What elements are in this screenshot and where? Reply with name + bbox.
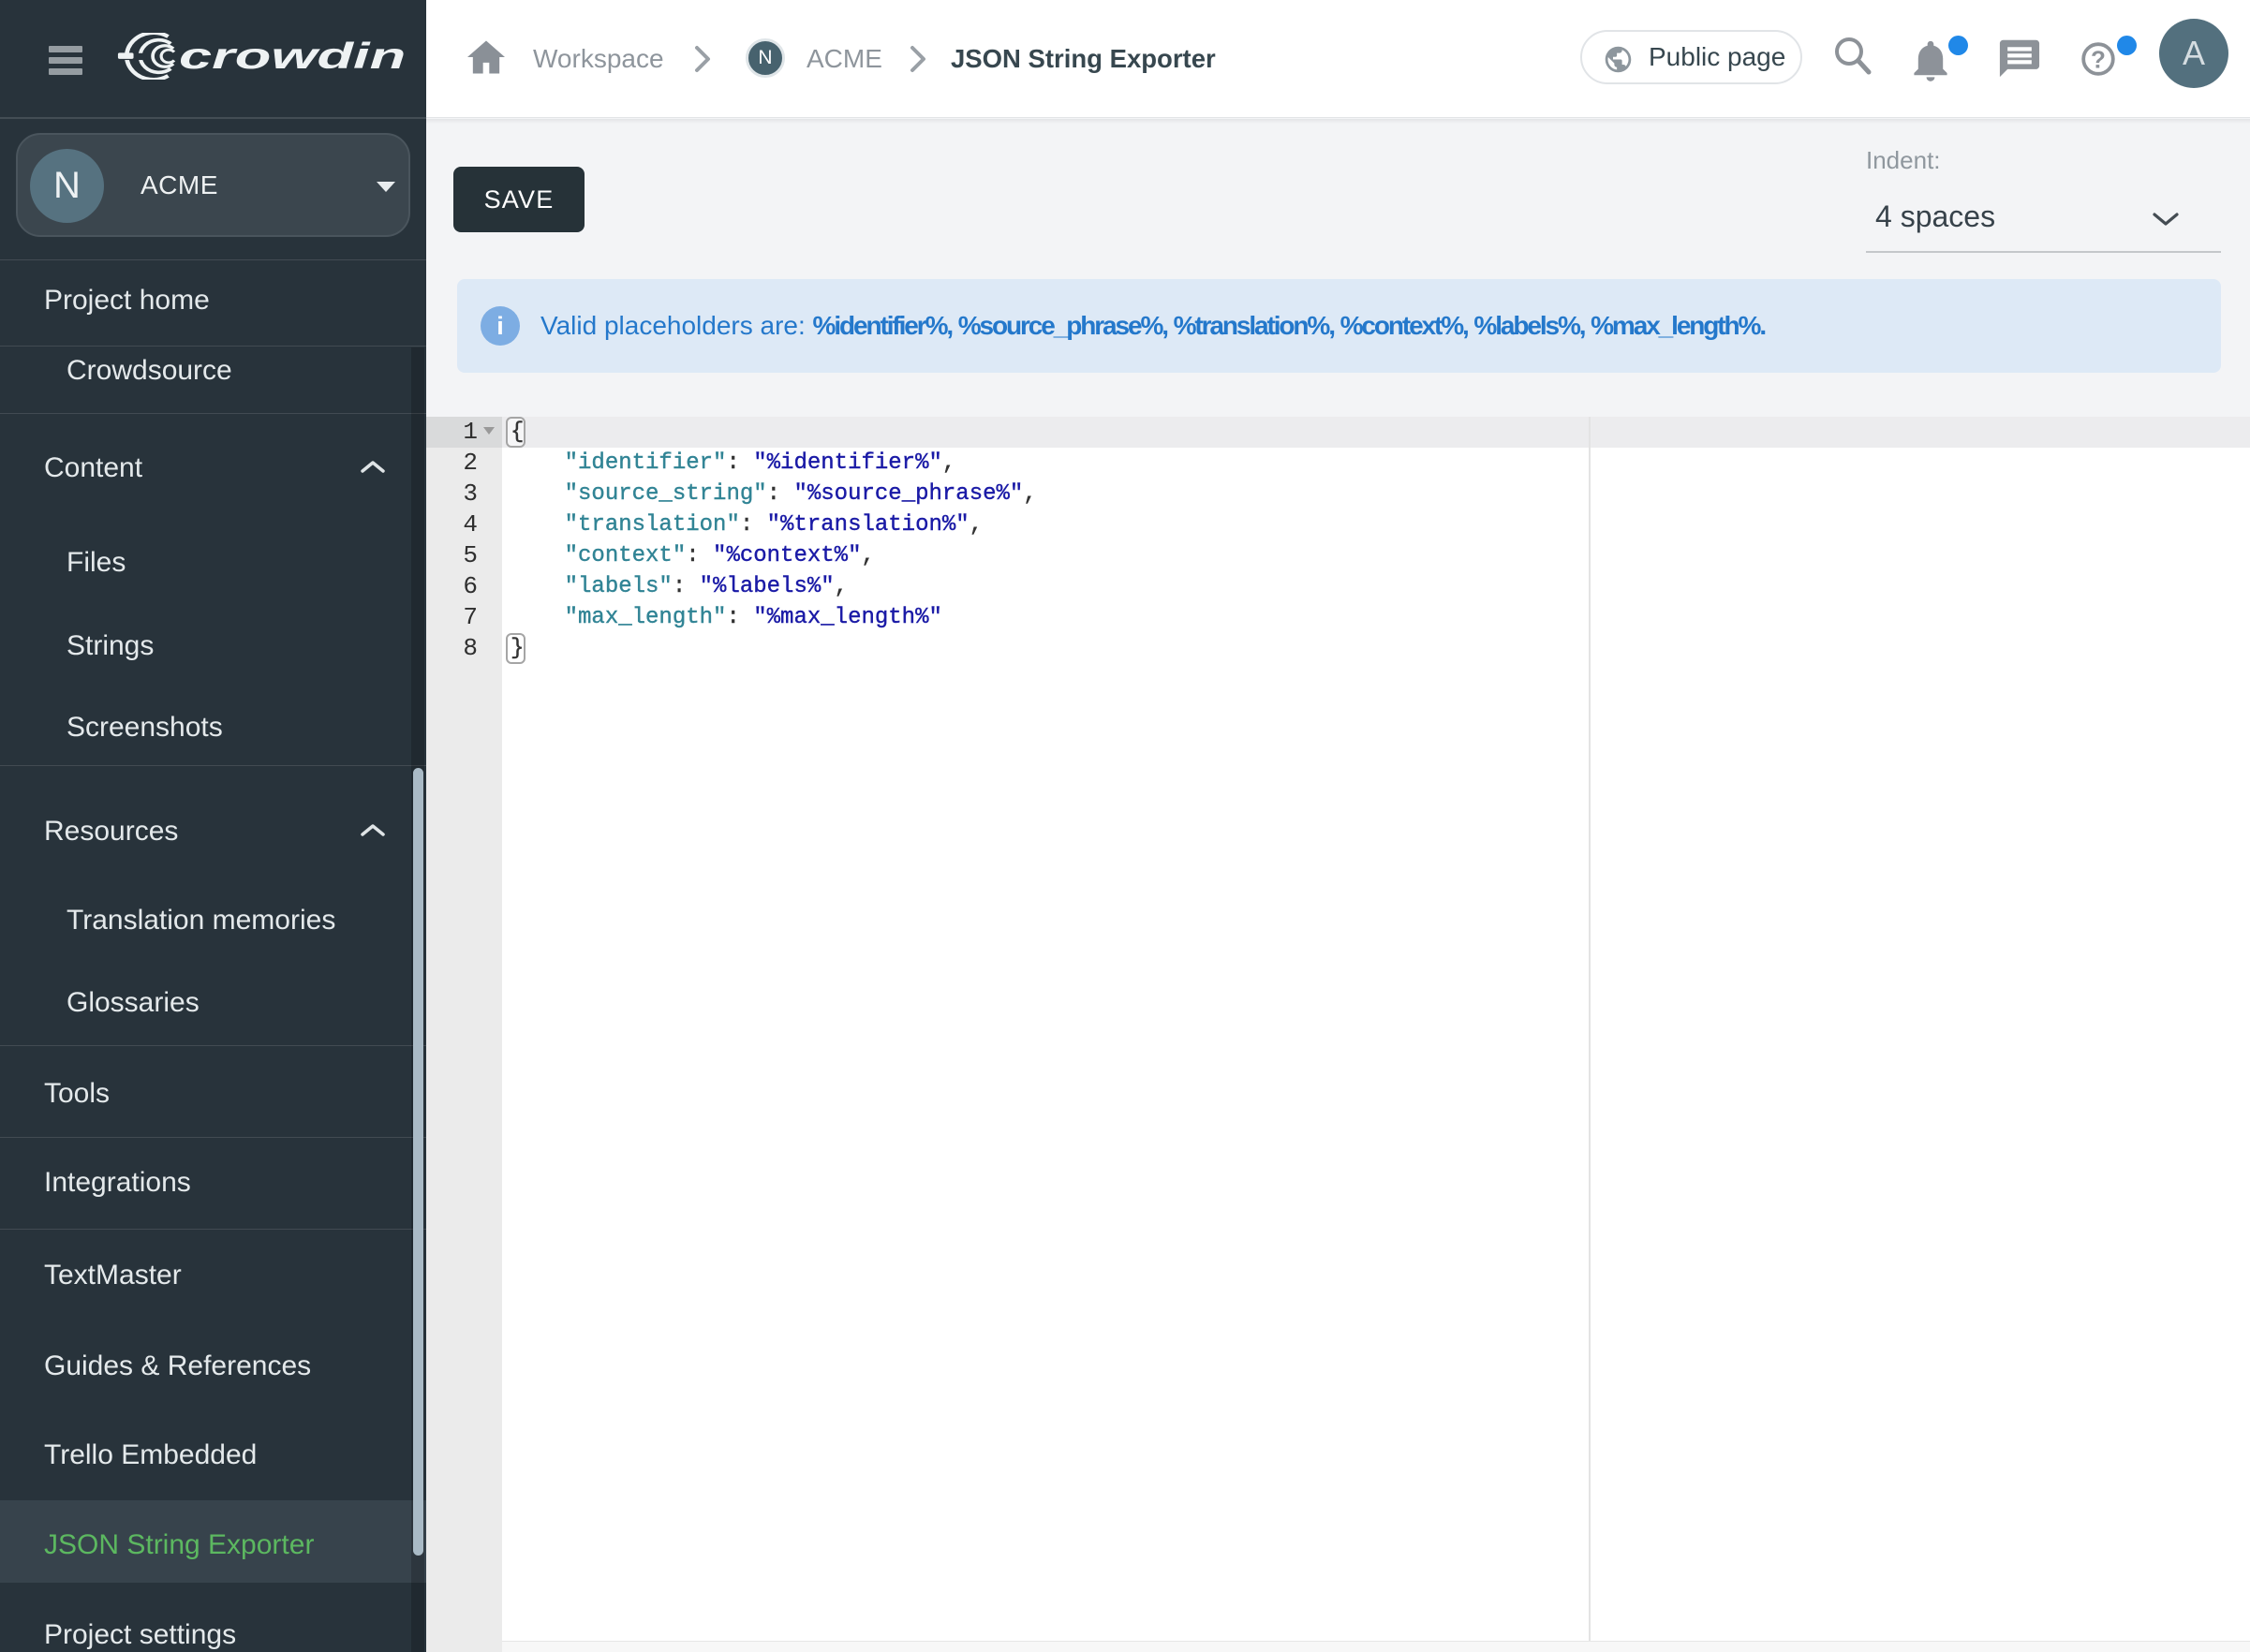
svg-text:?: ? (2091, 46, 2106, 74)
